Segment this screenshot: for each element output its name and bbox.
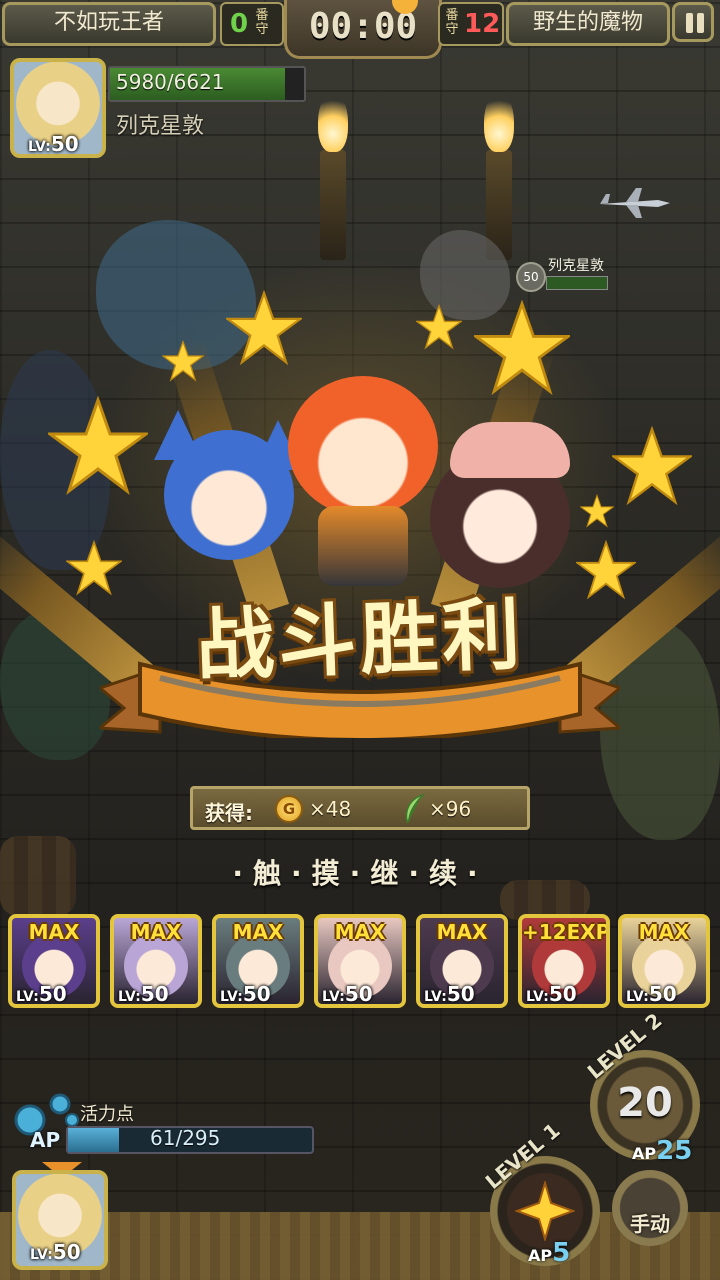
reward-panel: 获得: G ×48 ×96 — [190, 786, 530, 830]
left-ticket-label: 番 守 — [255, 8, 269, 37]
manual-mode-label: 手动 — [630, 1212, 670, 1236]
party-member-badge: MAX — [28, 920, 80, 944]
party-member-card[interactable]: MAX LV:50 — [314, 914, 406, 1008]
hero-hp-text: 5980/6621 — [116, 70, 225, 94]
coin-reward-amount: ×48 — [309, 797, 352, 821]
right-ticket-count: 12 — [464, 9, 501, 39]
pause-button[interactable] — [672, 2, 714, 42]
plane-icon — [600, 188, 670, 218]
party-member-level: LV:50 — [322, 982, 373, 1006]
party-member-card[interactable]: MAX LV:50 — [618, 914, 710, 1008]
party-member-card[interactable]: +12EXP LV:50 — [518, 914, 610, 1008]
feather-icon — [405, 793, 425, 824]
right-ticket-label: 番 守 — [445, 8, 459, 37]
torch-flame-right — [484, 92, 514, 152]
star-icon — [64, 539, 124, 596]
party-member-badge: MAX — [436, 920, 488, 944]
star-icon — [471, 299, 573, 396]
enemy-hp-bar — [546, 276, 608, 290]
torch-left — [320, 150, 346, 260]
star-icon — [414, 303, 464, 350]
victory-title: 战斗胜利 — [194, 590, 526, 692]
touch-to-continue[interactable]: ·触·摸·继·续· — [0, 852, 720, 892]
party-member-level: LV:50 — [16, 982, 67, 1006]
skill-1-ap-cost: AP5 — [528, 1238, 571, 1268]
ap-badge: AP — [30, 1128, 61, 1152]
torch-flame-left — [318, 92, 348, 152]
leader-level: LV:50 — [30, 1240, 81, 1264]
reward-label: 获得: — [205, 801, 253, 825]
left-ticket-count: 0 — [230, 9, 249, 39]
stage-name-plate: 野生的魔物 — [506, 2, 670, 46]
hero-name: 列克星敦 — [116, 114, 205, 139]
star-icon — [579, 493, 615, 528]
party-member-badge: +12EXP — [522, 920, 610, 944]
star-icon — [574, 539, 638, 600]
party-member-badge: MAX — [130, 920, 182, 944]
enemy-level-badge: 50 — [516, 262, 546, 292]
hero-level: LV:50 — [28, 132, 79, 156]
gold-coin-icon: G — [275, 795, 303, 823]
ap-bar-fill — [68, 1128, 119, 1152]
star-icon — [609, 425, 695, 506]
party-member-badge: MAX — [232, 920, 284, 944]
ap-label: 活力点 — [80, 1104, 134, 1125]
party-member-level: LV:50 — [526, 982, 577, 1006]
hero-portrait[interactable]: LV:50 — [10, 58, 106, 158]
party-member-card[interactable]: MAX LV:50 — [416, 914, 508, 1008]
left-ticket-counter: 0 番 守 — [220, 2, 284, 46]
leader-portrait-button[interactable]: LV:50 — [12, 1170, 108, 1270]
star-icon — [45, 395, 151, 496]
skill-2-ap-cost: AP25 — [632, 1136, 693, 1166]
party-member-level: LV:50 — [220, 982, 271, 1006]
hero-hp-bar: 5980/6621 — [108, 66, 306, 102]
party-member-card[interactable]: MAX LV:50 — [212, 914, 304, 1008]
enemy-name: 列克星敦 — [548, 258, 604, 274]
party-member-level: LV:50 — [118, 982, 169, 1006]
pause-icon — [697, 13, 704, 33]
party-member-badge: MAX — [334, 920, 386, 944]
party-member-card[interactable]: MAX LV:50 — [110, 914, 202, 1008]
star-icon — [160, 339, 206, 382]
timer-panel: 00:00 — [284, 0, 442, 59]
ap-value: 61/295 — [150, 1126, 221, 1150]
pause-icon — [686, 13, 693, 33]
burst-icon — [515, 1181, 575, 1241]
battle-timer: 00:00 — [308, 6, 418, 47]
feather-reward-amount: ×96 — [429, 797, 472, 821]
party-member-level: LV:50 — [626, 982, 677, 1006]
right-ticket-counter: 番 守 12 — [438, 2, 504, 46]
player-name-plate: 不如玩王者 — [2, 2, 216, 46]
party-member-level: LV:50 — [424, 982, 475, 1006]
skill-2-value: 20 — [617, 1080, 673, 1126]
party-member-card[interactable]: MAX LV:50 — [8, 914, 100, 1008]
party-member-badge: MAX — [638, 920, 690, 944]
star-icon — [224, 289, 304, 366]
